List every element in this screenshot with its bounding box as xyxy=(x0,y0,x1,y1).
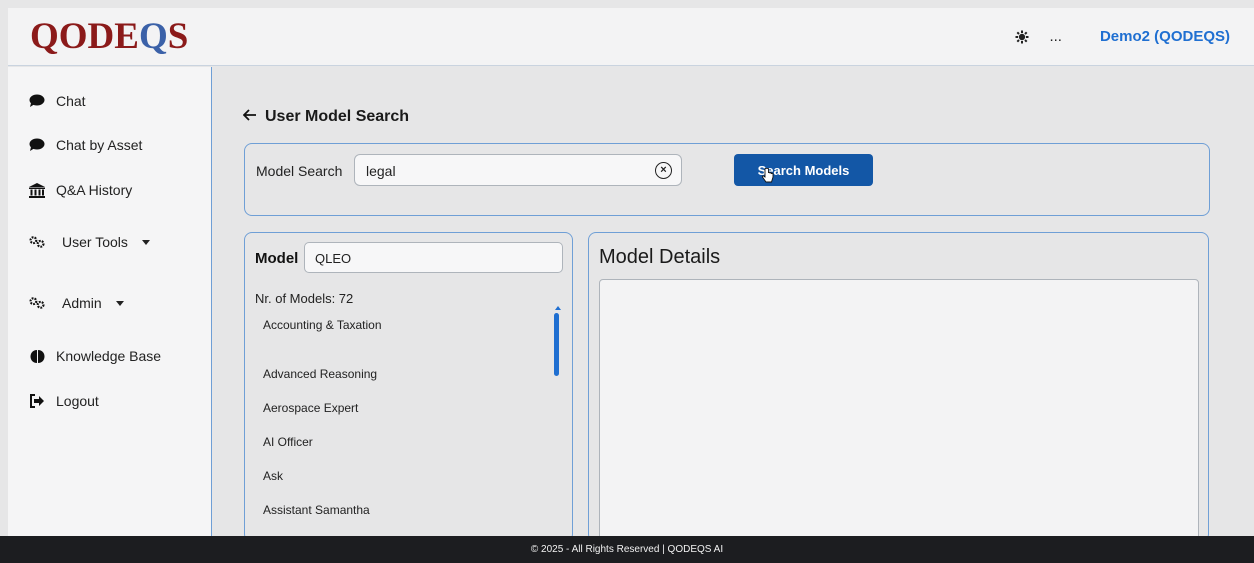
sidebar-item-label: Chat by Asset xyxy=(56,137,143,153)
sidebar-item-label: Logout xyxy=(56,393,99,409)
gears-icon xyxy=(28,296,46,310)
logout-icon xyxy=(28,394,46,408)
list-item[interactable]: AI Officer xyxy=(263,434,393,451)
sidebar-item-label: Chat xyxy=(56,93,86,109)
footer: © 2025 - All Rights Reserved | QODEQS AI xyxy=(0,536,1254,563)
sidebar-item-chat[interactable]: Chat xyxy=(28,93,86,109)
sidebar-item-logout[interactable]: Logout xyxy=(28,393,99,409)
search-models-button[interactable]: Search Models xyxy=(734,154,873,186)
model-details-panel: Model Details xyxy=(588,232,1209,542)
bank-icon xyxy=(28,182,46,198)
model-filter-input[interactable]: QLEO xyxy=(304,242,563,273)
sidebar-item-qa-history[interactable]: Q&A History xyxy=(28,182,132,198)
list-item[interactable]: Advanced Reasoning xyxy=(263,366,393,383)
logo-letters: ODE xyxy=(58,16,139,57)
sidebar-item-user-tools[interactable]: User Tools xyxy=(28,234,150,250)
logo-letter-blue: Q xyxy=(138,16,168,57)
model-list-panel: Model QLEO Nr. of Models: 72 Accounting … xyxy=(244,232,573,542)
brand-logo[interactable]: QODEQS xyxy=(30,18,188,56)
list-item[interactable]: Accounting & Taxation xyxy=(263,317,393,334)
sidebar-item-knowledge-base[interactable]: Knowledge Base xyxy=(28,348,161,364)
model-filter-value: QLEO xyxy=(315,251,352,266)
model-search-input[interactable]: legal × xyxy=(354,154,682,186)
theme-more[interactable]: ... xyxy=(1049,28,1062,45)
theme-toggle[interactable]: ... xyxy=(1015,28,1062,45)
sidebar-item-label: Knowledge Base xyxy=(56,348,162,364)
sidebar-item-admin[interactable]: Admin xyxy=(28,295,124,311)
chat-bubble-icon xyxy=(28,138,46,152)
moon-icon[interactable] xyxy=(1034,30,1044,44)
gears-icon xyxy=(28,235,46,249)
sidebar-item-label: User Tools xyxy=(62,234,128,250)
sun-gear-icon[interactable] xyxy=(1015,30,1029,44)
model-details-content[interactable] xyxy=(599,279,1199,541)
user-menu[interactable]: Demo2 (QODEQS) xyxy=(1100,28,1230,45)
mouse-pointer-icon xyxy=(762,168,774,183)
model-search-panel: Model Search legal × Search Models xyxy=(244,143,1210,216)
sidebar: Chat Chat by Asset Q&A History User Tool… xyxy=(8,67,212,536)
list-item[interactable]: Aerospace Expert xyxy=(263,400,393,417)
list-item[interactable]: Assistant Samantha xyxy=(263,502,393,519)
scroll-up-arrow-icon[interactable] xyxy=(555,306,561,310)
clear-icon[interactable]: × xyxy=(655,162,672,179)
sidebar-item-label: Q&A History xyxy=(56,182,133,198)
chat-bubble-icon xyxy=(28,94,46,108)
list-item[interactable]: Ask xyxy=(263,468,393,485)
top-header: QODEQS ... Demo2 (QODEQS) xyxy=(8,8,1254,66)
model-details-title: Model Details xyxy=(599,246,721,268)
model-search-value: legal xyxy=(366,163,396,179)
page-title: User Model Search xyxy=(242,108,410,126)
logo-letter: Q xyxy=(30,16,59,57)
chevron-down-icon xyxy=(141,239,150,245)
brain-icon xyxy=(28,349,46,364)
page-title-text: User Model Search xyxy=(265,108,410,125)
sidebar-item-chat-by-asset[interactable]: Chat by Asset xyxy=(28,137,142,153)
header-actions: ... Demo2 (QODEQS) xyxy=(1015,28,1230,45)
sidebar-item-label: Admin xyxy=(62,295,102,311)
list-scrollbar[interactable] xyxy=(554,313,559,376)
model-label: Model xyxy=(255,250,299,267)
logo-letter: S xyxy=(167,16,189,57)
model-search-label: Model Search xyxy=(256,163,343,179)
main-content: User Model Search Model Search legal × S… xyxy=(212,67,1254,542)
chevron-down-icon xyxy=(115,300,124,306)
model-count: Nr. of Models: 72 xyxy=(255,291,354,306)
back-arrow-icon[interactable] xyxy=(242,108,257,126)
